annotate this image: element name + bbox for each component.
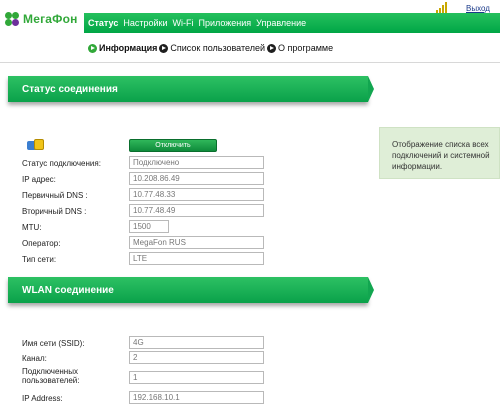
nav-applications[interactable]: Приложения <box>198 18 251 28</box>
operator-label: Оператор: <box>22 238 61 248</box>
status-section-header: Статус соединения <box>8 76 374 102</box>
secondary-dns-field[interactable] <box>129 204 264 217</box>
wlan-section-header: WLAN соединение <box>8 277 374 303</box>
mtu-field[interactable] <box>129 220 169 233</box>
status-row: Оператор: <box>22 236 130 250</box>
secondary-dns-label: Вторичный DNS : <box>22 206 87 216</box>
primary-dns-field[interactable] <box>129 188 264 201</box>
wlan-ip-address-label: IP Address: <box>22 393 63 403</box>
arrow-icon <box>88 43 97 53</box>
subnav-user-list-label: Список пользователей <box>170 43 266 53</box>
status-row: Вторичный DNS : <box>22 204 130 218</box>
channel-label: Канал: <box>22 353 47 363</box>
status-row: IP адрес: <box>22 172 130 186</box>
top-bar: МегаФон Выход Статус Настройки Wi-Fi При… <box>0 0 500 34</box>
nav-status[interactable]: Статус <box>88 18 118 28</box>
primary-dns-label: Первичный DNS : <box>22 190 88 200</box>
mtu-label: MTU: <box>22 222 42 232</box>
wlan-row: Имя сети (SSID): <box>22 336 130 350</box>
network-type-field[interactable] <box>129 252 264 265</box>
ip-address-field[interactable] <box>129 172 264 185</box>
status-row: MTU: <box>22 220 130 234</box>
wlan-section-title: WLAN соединение <box>22 284 114 296</box>
logout-link[interactable]: Выход <box>466 4 490 13</box>
signal-icon <box>436 2 448 13</box>
wlan-row: Канал: <box>22 351 130 365</box>
wlan-ip-address-field[interactable] <box>129 391 264 404</box>
nav-management[interactable]: Управление <box>256 18 306 28</box>
status-row: Тип сети: <box>22 252 130 266</box>
channel-field[interactable] <box>129 351 264 364</box>
ssid-field[interactable] <box>129 336 264 349</box>
sub-nav: Информация Список пользователей О програ… <box>88 41 335 55</box>
network-type-label: Тип сети: <box>22 254 57 264</box>
subnav-user-list[interactable]: Список пользователей <box>159 43 265 53</box>
connection-status-field[interactable] <box>129 156 264 169</box>
subnav-about[interactable]: О программе <box>267 43 333 53</box>
status-section-title: Статус соединения <box>22 83 118 95</box>
disconnect-button[interactable]: Отключить <box>129 139 217 152</box>
connection-icon <box>27 139 45 151</box>
brand-name: МегаФон <box>23 12 78 26</box>
megafon-logo-icon <box>4 11 20 27</box>
connection-status-label: Статус подключения: <box>22 158 101 168</box>
wlan-row: IP Address: <box>22 391 130 405</box>
help-box: Отображение списка всех подключений и си… <box>379 127 500 179</box>
nav-settings[interactable]: Настройки <box>123 18 167 28</box>
subnav-info-label: Информация <box>99 43 158 53</box>
connected-users-field[interactable] <box>129 371 264 384</box>
nav-wifi[interactable]: Wi-Fi <box>172 18 193 28</box>
subnav-about-label: О программе <box>278 43 334 53</box>
status-row: Статус подключения: <box>22 156 130 170</box>
main-nav: Статус Настройки Wi-Fi Приложения Управл… <box>84 13 500 33</box>
arrow-icon <box>159 43 169 53</box>
connected-users-label: Подключенных пользователей: <box>22 367 80 385</box>
operator-field[interactable] <box>129 236 264 249</box>
arrow-icon <box>267 43 277 53</box>
wlan-row: Подключенных пользователей: <box>22 365 102 387</box>
status-row: Первичный DNS : <box>22 188 130 202</box>
ssid-label: Имя сети (SSID): <box>22 338 85 348</box>
ip-address-label: IP адрес: <box>22 174 56 184</box>
header-divider <box>0 62 500 63</box>
megafon-logo[interactable]: МегаФон <box>4 10 78 28</box>
subnav-info[interactable]: Информация <box>88 43 157 53</box>
